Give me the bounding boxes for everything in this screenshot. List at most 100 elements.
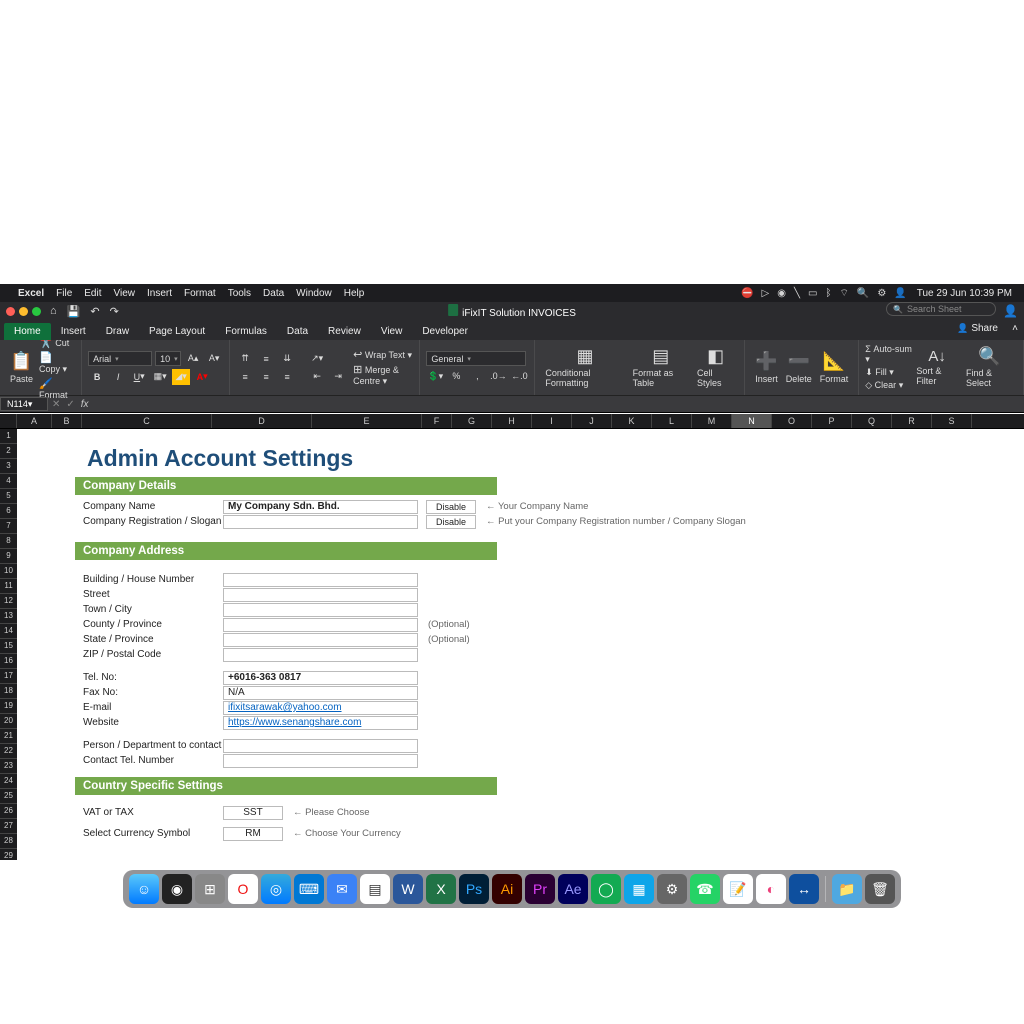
dock-photoshop-icon[interactable]: Ps bbox=[459, 874, 489, 904]
cell-vat[interactable]: SST bbox=[223, 806, 283, 820]
autosum-button[interactable]: Σ Auto-sum ▾ bbox=[865, 344, 912, 365]
dock-libreoffice-icon[interactable]: ▤ bbox=[360, 874, 390, 904]
menu-file[interactable]: File bbox=[50, 288, 78, 299]
menu-edit[interactable]: Edit bbox=[78, 288, 107, 299]
dock-mail-icon[interactable]: ✉ bbox=[327, 874, 357, 904]
row-header-8[interactable]: 8 bbox=[0, 534, 17, 549]
col-header-J[interactable]: J bbox=[572, 414, 612, 428]
tab-home[interactable]: Home bbox=[4, 323, 51, 340]
row-header-15[interactable]: 15 bbox=[0, 639, 17, 654]
menu-tools[interactable]: Tools bbox=[222, 288, 257, 299]
tab-insert[interactable]: Insert bbox=[51, 323, 96, 340]
disable-company-name-button[interactable]: Disable bbox=[426, 500, 476, 514]
tab-page-layout[interactable]: Page Layout bbox=[139, 323, 215, 340]
user-icon[interactable]: 👤 bbox=[894, 288, 906, 299]
col-header-K[interactable]: K bbox=[612, 414, 652, 428]
tab-draw[interactable]: Draw bbox=[96, 323, 139, 340]
copy-button[interactable]: 📄 Copy ▾ bbox=[39, 351, 75, 375]
bold-button[interactable]: B bbox=[88, 369, 106, 385]
tab-developer[interactable]: Developer bbox=[412, 323, 478, 340]
fx-icon[interactable]: fx bbox=[81, 399, 89, 410]
dock-vscode-icon[interactable]: ⌨ bbox=[294, 874, 324, 904]
tab-formulas[interactable]: Formulas bbox=[215, 323, 277, 340]
col-header-H[interactable]: H bbox=[492, 414, 532, 428]
tab-data[interactable]: Data bbox=[277, 323, 318, 340]
clear-button[interactable]: ◇ Clear ▾ bbox=[865, 380, 912, 391]
row-header-12[interactable]: 12 bbox=[0, 594, 17, 609]
app-menu[interactable]: Excel bbox=[12, 288, 50, 299]
orientation-icon[interactable]: ↗▾ bbox=[308, 351, 326, 367]
save-icon[interactable]: 💾 bbox=[67, 305, 81, 318]
delete-cells-button[interactable]: ➖Delete bbox=[782, 351, 816, 384]
collapse-ribbon-icon[interactable]: ˄ bbox=[1012, 323, 1018, 334]
home-icon[interactable]: ⌂ bbox=[50, 305, 57, 317]
cell-county[interactable] bbox=[223, 618, 418, 632]
cell-email[interactable]: ifixitsarawak@yahoo.com bbox=[223, 701, 418, 715]
row-header-14[interactable]: 14 bbox=[0, 624, 17, 639]
align-center-icon[interactable]: ≡ bbox=[257, 369, 275, 385]
row-header-18[interactable]: 18 bbox=[0, 684, 17, 699]
percent-icon[interactable]: % bbox=[447, 368, 465, 384]
accept-formula-icon[interactable]: ✓ bbox=[66, 399, 74, 410]
menu-data[interactable]: Data bbox=[257, 288, 290, 299]
font-color-button[interactable]: A▾ bbox=[193, 369, 211, 385]
align-bottom-icon[interactable]: ⇊ bbox=[278, 351, 296, 367]
col-header-E[interactable]: E bbox=[312, 414, 422, 428]
col-header-G[interactable]: G bbox=[452, 414, 492, 428]
increase-decimal-icon[interactable]: .0→ bbox=[489, 368, 507, 384]
col-header-C[interactable]: C bbox=[82, 414, 212, 428]
clock[interactable]: Tue 29 Jun 10:39 PM bbox=[911, 288, 1018, 299]
menu-insert[interactable]: Insert bbox=[141, 288, 178, 299]
row-header-5[interactable]: 5 bbox=[0, 489, 17, 504]
dock-teamviewer-icon[interactable]: ↔ bbox=[789, 874, 819, 904]
row-header-23[interactable]: 23 bbox=[0, 759, 17, 774]
cell-tel[interactable]: +6016-363 0817 bbox=[223, 671, 418, 685]
dock-finder-icon[interactable]: ☺ bbox=[129, 874, 159, 904]
menu-view[interactable]: View bbox=[108, 288, 142, 299]
stop-icon[interactable]: ⛔ bbox=[741, 288, 753, 299]
row-header-19[interactable]: 19 bbox=[0, 699, 17, 714]
row-header-16[interactable]: 16 bbox=[0, 654, 17, 669]
undo-icon[interactable]: ↶ bbox=[90, 305, 99, 318]
paste-button[interactable]: 📋Paste bbox=[6, 351, 37, 384]
col-header-L[interactable]: L bbox=[652, 414, 692, 428]
cell-company-reg[interactable] bbox=[223, 515, 418, 529]
dock-word-icon[interactable]: W bbox=[393, 874, 423, 904]
indent-left-icon[interactable]: ⇤ bbox=[308, 369, 326, 385]
dock-safari-icon[interactable]: ◎ bbox=[261, 874, 291, 904]
align-top-icon[interactable]: ⇈ bbox=[236, 351, 254, 367]
share-button[interactable]: Share bbox=[957, 323, 998, 334]
conditional-formatting-button[interactable]: ▦Conditional Formatting bbox=[541, 346, 628, 389]
menu-window[interactable]: Window bbox=[290, 288, 338, 299]
border-button[interactable]: ▦▾ bbox=[151, 369, 169, 385]
align-middle-icon[interactable]: ≡ bbox=[257, 351, 275, 367]
tab-view[interactable]: View bbox=[371, 323, 413, 340]
currency-icon[interactable]: 💲▾ bbox=[426, 368, 444, 384]
comma-icon[interactable]: , bbox=[468, 368, 486, 384]
dock-whatsapp-icon[interactable]: ☎ bbox=[690, 874, 720, 904]
cell-building[interactable] bbox=[223, 573, 418, 587]
row-header-25[interactable]: 25 bbox=[0, 789, 17, 804]
wrap-text-button[interactable]: ↩ Wrap Text ▾ bbox=[353, 348, 413, 361]
cancel-formula-icon[interactable]: ✕ bbox=[52, 399, 60, 410]
dock-settings-icon[interactable]: ⚙ bbox=[657, 874, 687, 904]
dock-aftereffects-icon[interactable]: Ae bbox=[558, 874, 588, 904]
window-zoom-icon[interactable] bbox=[32, 307, 41, 316]
row-header-3[interactable]: 3 bbox=[0, 459, 17, 474]
dock-app-icon[interactable]: ◐ bbox=[756, 874, 786, 904]
row-header-27[interactable]: 27 bbox=[0, 819, 17, 834]
col-header-R[interactable]: R bbox=[892, 414, 932, 428]
row-header-21[interactable]: 21 bbox=[0, 729, 17, 744]
row-header-28[interactable]: 28 bbox=[0, 834, 17, 849]
dock-excel-icon[interactable]: X bbox=[426, 874, 456, 904]
play-icon[interactable]: ▷ bbox=[762, 288, 770, 299]
align-right-icon[interactable]: ≡ bbox=[278, 369, 296, 385]
sort-filter-button[interactable]: A↓Sort & Filter bbox=[912, 348, 962, 387]
col-header-O[interactable]: O bbox=[772, 414, 812, 428]
col-header-N[interactable]: N bbox=[732, 414, 772, 428]
italic-button[interactable]: I bbox=[109, 369, 127, 385]
fill-color-button[interactable]: ◢▾ bbox=[172, 369, 190, 385]
dock-launchpad-icon[interactable]: ⊞ bbox=[195, 874, 225, 904]
find-select-button[interactable]: 🔍Find & Select bbox=[962, 346, 1017, 389]
menu-format[interactable]: Format bbox=[178, 288, 222, 299]
